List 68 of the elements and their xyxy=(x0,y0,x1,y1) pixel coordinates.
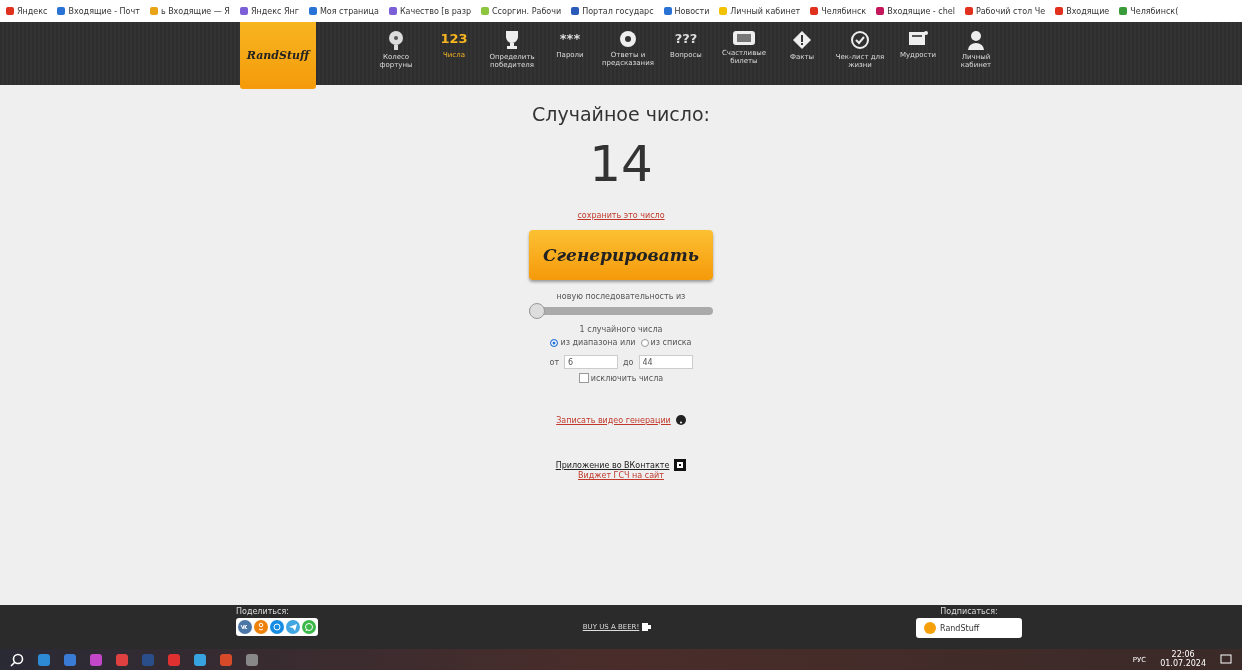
result-heading: Случайное число: xyxy=(532,103,710,125)
to-field[interactable]: 44 xyxy=(638,355,693,369)
app-icon[interactable] xyxy=(64,653,76,666)
tray-clock[interactable]: 22:06 01.07.2024 xyxy=(1160,651,1206,668)
sequence-label: новую последовательность из xyxy=(556,292,686,301)
bookmark-link[interactable]: Челябинск xyxy=(810,6,867,16)
person-icon xyxy=(967,30,985,50)
share-icon[interactable] xyxy=(238,620,252,634)
random-number: 14 xyxy=(589,139,653,189)
share-icon[interactable] xyxy=(302,620,316,634)
to-label: до xyxy=(623,357,634,367)
slider-thumb[interactable] xyxy=(529,303,545,319)
notification-icon[interactable] xyxy=(1220,653,1232,666)
channel-avatar-icon xyxy=(924,622,936,634)
from-label: от xyxy=(549,357,560,367)
bookmark-link[interactable]: Новости xyxy=(663,6,710,16)
checkmark-badge-icon xyxy=(850,30,870,50)
channel-name: RandStuff xyxy=(940,623,980,633)
nav-glyph-icon: ??? xyxy=(674,30,698,48)
save-number-link[interactable]: сохранить это число xyxy=(577,211,665,220)
ball-icon xyxy=(619,30,637,48)
bookmark-link[interactable]: Моя страница xyxy=(308,6,379,16)
share-icon[interactable] xyxy=(286,620,300,634)
source-radio[interactable]: из списка xyxy=(640,338,692,347)
bookmark-link[interactable]: Ссоргин. Рабочи xyxy=(481,6,562,16)
bookmark-link[interactable]: ь Входящие — Я xyxy=(149,6,230,16)
app-icon[interactable] xyxy=(194,653,206,666)
bookmark-link[interactable]: Портал государс xyxy=(571,6,654,16)
nav-glyph-icon: 123 xyxy=(440,30,468,48)
scroll-icon xyxy=(907,30,929,48)
logo[interactable]: RandStuff xyxy=(240,22,316,89)
bookmark-link[interactable]: Яндекс Янг xyxy=(239,6,299,16)
search-icon[interactable] xyxy=(10,652,24,667)
share-icon[interactable] xyxy=(254,620,268,634)
widget-link[interactable]: Виджет ГСЧ на сайт xyxy=(578,471,664,480)
share-label: Поделиться: xyxy=(236,607,289,616)
from-field[interactable]: 6 xyxy=(564,355,619,369)
bookmark-link[interactable]: Личный кабинет xyxy=(719,6,801,16)
trophy-icon xyxy=(503,30,521,50)
vk-app-link[interactable]: Приложение во ВКонтакте xyxy=(555,460,670,470)
nav-glyph-icon: *** xyxy=(559,30,581,48)
app-icon[interactable] xyxy=(90,653,102,666)
app-icon[interactable] xyxy=(220,653,232,666)
ticket-icon xyxy=(732,30,756,46)
vk-icon xyxy=(674,459,687,471)
app-icon[interactable] xyxy=(168,653,180,666)
subscribe-label: Подписаться: xyxy=(940,607,998,616)
app-icon[interactable] xyxy=(116,653,128,666)
bookmark-link[interactable]: Качество [в разр xyxy=(388,6,472,16)
warning-icon xyxy=(792,30,812,50)
source-radio[interactable]: из диапазона или xyxy=(550,338,636,347)
exclude-checkbox[interactable]: исключить числа xyxy=(578,373,664,383)
bookmark-link[interactable]: Челябинск( xyxy=(1119,6,1179,16)
app-icon[interactable] xyxy=(246,653,258,666)
subscribe-widget[interactable]: RandStuff xyxy=(916,618,1022,638)
record-video-link[interactable]: Записать видео генерации xyxy=(556,415,671,425)
bookmark-link[interactable]: Входящие xyxy=(1055,6,1110,16)
bookmark-link[interactable]: Входящие - Почт xyxy=(57,6,140,16)
share-icon[interactable] xyxy=(270,620,284,634)
app-icon[interactable] xyxy=(38,653,50,666)
bookmark-link[interactable]: Рабочий стол Че xyxy=(964,6,1046,16)
generate-button[interactable]: Сгенерировать xyxy=(529,230,713,280)
bookmark-link[interactable]: Входящие - chel xyxy=(876,6,955,16)
count-slider[interactable] xyxy=(529,303,713,319)
help-icon xyxy=(675,415,686,425)
bookmark-link[interactable]: Яндекс xyxy=(6,6,48,16)
mug-icon xyxy=(642,623,652,631)
count-label: 1 случайного числа xyxy=(579,325,663,334)
